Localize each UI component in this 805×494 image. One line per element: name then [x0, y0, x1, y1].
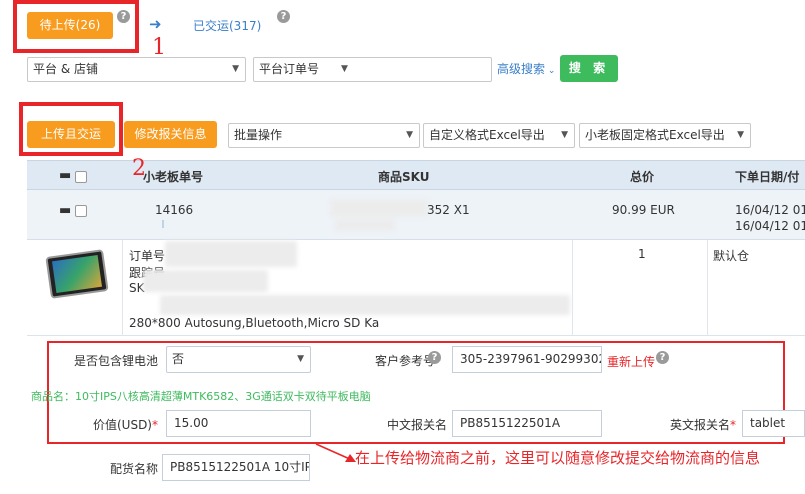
product-image [45, 249, 109, 299]
help-icon[interactable]: ? [277, 10, 290, 23]
order-id[interactable]: 14166 [155, 203, 193, 217]
en-customs-input[interactable]: tablet [742, 410, 805, 437]
platform-store-select[interactable]: 平台 & 店铺 ▼ [27, 57, 246, 82]
tab-shipped[interactable]: 已交运(317) [193, 17, 261, 34]
battery-select[interactable]: 否 ▼ [166, 346, 311, 373]
custom-excel-select[interactable]: 自定义格式Excel导出 ▼ [423, 123, 575, 148]
customer-ref-input[interactable]: 305-2397961-90299302 [452, 346, 602, 373]
select-all-checkbox[interactable] [75, 171, 87, 183]
cn-customs-input[interactable]: PB8515122501A [452, 410, 602, 437]
batch-ops-value: 批量操作 [234, 128, 283, 142]
header-order-no: 小老板单号 [143, 170, 204, 184]
custom-excel-value: 自定义格式Excel导出 [429, 128, 545, 142]
flag-icon [162, 220, 170, 228]
battery-value: 否 [172, 352, 185, 366]
redacted-info [160, 295, 570, 315]
search-button[interactable]: 搜 索 [560, 55, 618, 82]
column-divider [572, 240, 573, 336]
reupload-link[interactable]: 重新上传 [607, 353, 655, 370]
advanced-search-link[interactable]: 高级搜索 ⌄ [497, 60, 555, 77]
paid-date: 16/04/12 01 [735, 219, 805, 233]
edit-customs-button[interactable]: 修改报关信息 [124, 121, 217, 148]
chevron-down-icon: ▼ [561, 130, 568, 140]
cargo-name-label: 配货名称 [109, 462, 158, 476]
collapse-all-icon[interactable]: ▬ [59, 168, 71, 183]
tab-pending-upload[interactable]: 待上传(26) [27, 12, 113, 39]
annotation-note: 在上传给物流商之前，这里可以随意修改提交给物流商的信息 [355, 449, 761, 467]
sku-text: 352 X1 [427, 203, 470, 217]
value-label: 价值(USD)* [92, 418, 158, 432]
row-checkbox[interactable] [75, 205, 87, 217]
chevron-down-icon: ▼ [406, 130, 413, 140]
upload-and-ship-button[interactable]: 上传且交运 [27, 121, 115, 148]
order-number-type: 平台订单号 [259, 62, 320, 76]
warehouse: 默认仓 [713, 249, 750, 263]
en-customs-label-text: 英文报关名 [669, 418, 730, 432]
column-divider [707, 240, 708, 336]
chevron-down-icon: ▼ [297, 354, 304, 364]
platform-store-value: 平台 & 店铺 [33, 62, 98, 76]
redacted-info [143, 270, 268, 292]
tablet-screen [51, 254, 103, 294]
chevron-down-icon: ▼ [341, 64, 348, 74]
header-total: 总价 [630, 170, 655, 184]
help-icon[interactable]: ? [117, 10, 130, 23]
redacted-info [165, 241, 297, 267]
cn-customs-label: 中文报关名 [386, 418, 447, 432]
customer-ref-label: 客户参考号* [345, 352, 441, 369]
value-label-text: 价值(USD) [92, 418, 152, 432]
help-icon[interactable]: ? [656, 351, 669, 364]
en-customs-label: 英文报关名* [669, 418, 736, 432]
annotation-arrow [315, 443, 356, 462]
collapse-row-icon[interactable]: ▬ [59, 203, 71, 218]
header-order-date: 下单日期/付 [735, 170, 800, 184]
chevron-down-icon: ▼ [232, 64, 239, 74]
order-total: 90.99 EUR [612, 203, 675, 217]
fixed-excel-value: 小老板固定格式Excel导出 [585, 128, 725, 142]
order-no-label: 订单号 [129, 249, 166, 263]
advanced-search-label: 高级搜索 [497, 62, 546, 76]
product-name: 商品名：10寸IPS八核高清超薄MTK6582、3G通话双卡双待平板电脑 [31, 390, 371, 403]
fixed-excel-select[interactable]: 小老板固定格式Excel导出 ▼ [579, 123, 751, 148]
product-spec: 280*800 Autosung,Bluetooth,Micro SD Ka [129, 316, 380, 330]
value-input[interactable]: 15.00 [166, 410, 311, 437]
batch-ops-select[interactable]: 批量操作 ▼ [228, 123, 420, 148]
header-sku: 商品SKU [378, 170, 430, 184]
help-icon[interactable]: ? [428, 351, 441, 364]
order-date: 16/04/12 01 [735, 203, 805, 217]
column-divider [122, 240, 123, 336]
chevron-down-icon: ▼ [737, 130, 744, 140]
cargo-name-input[interactable]: PB8515122501A 10寸IPS [162, 454, 310, 481]
battery-label: 是否包含锂电池 [73, 354, 158, 368]
sku-redacted [335, 219, 395, 231]
chevron-down-icon: ⌄ [545, 66, 556, 76]
quantity: 1 [638, 247, 646, 261]
sku-redacted [330, 199, 428, 217]
arrow-right-icon: ➜ [149, 15, 162, 33]
customer-ref-label-text: 客户参考号 [374, 354, 435, 368]
order-number-field[interactable]: 平台订单号 ▼ [253, 57, 492, 82]
